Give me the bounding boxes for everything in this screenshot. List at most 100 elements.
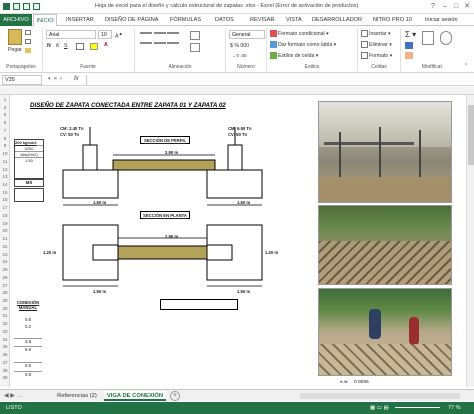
row-number[interactable]: 3 xyxy=(0,105,10,110)
paste-icon[interactable] xyxy=(8,29,22,45)
row-number[interactable]: 20 xyxy=(0,228,10,233)
view-buttons[interactable]: ▦ ▭ ▤ xyxy=(370,402,389,414)
row-number[interactable]: 6 xyxy=(0,120,10,125)
horizontal-scrollbar[interactable] xyxy=(300,393,460,399)
row-number[interactable]: 19 xyxy=(0,221,10,226)
fill-icon[interactable] xyxy=(405,42,413,49)
save-icon[interactable] xyxy=(13,3,20,10)
minimize-button[interactable]: – xyxy=(440,2,450,11)
collapse-ribbon-icon[interactable]: ⌃ xyxy=(464,63,468,69)
clear-icon[interactable] xyxy=(405,52,413,59)
row-number[interactable]: 5 xyxy=(0,112,10,117)
row-number[interactable]: 29 xyxy=(0,298,10,303)
row-number[interactable]: 17 xyxy=(0,205,10,210)
row-number[interactable]: 31 xyxy=(0,313,10,318)
row-number[interactable]: 22 xyxy=(0,244,10,249)
add-sheet-button[interactable]: + xyxy=(170,391,180,401)
close-button[interactable]: ✕ xyxy=(462,2,472,11)
currency-icon[interactable]: $ % 000 xyxy=(230,43,249,49)
delete-cells-button[interactable]: Eliminar ▾ xyxy=(361,41,392,48)
tab-view[interactable]: VISTA xyxy=(286,14,302,26)
decimal-icon[interactable]: ←0 .00 xyxy=(232,53,247,58)
row-number[interactable]: 30 xyxy=(0,306,10,311)
row-number[interactable]: 32 xyxy=(0,321,10,326)
input-box[interactable] xyxy=(160,299,238,310)
sort-filter-icon[interactable] xyxy=(422,31,434,45)
wrap-text-icon[interactable] xyxy=(190,31,200,40)
row-number[interactable]: 39 xyxy=(0,375,10,380)
tab-nitro[interactable]: NITRO PRO 10 xyxy=(373,14,412,26)
maximize-button[interactable]: □ xyxy=(451,2,461,11)
table-format-button[interactable]: Dar formato como tabla ▾ xyxy=(270,41,336,48)
format-painter-icon[interactable] xyxy=(25,48,31,53)
row-number[interactable]: 9 xyxy=(0,143,10,148)
help-icon[interactable]: ? xyxy=(428,2,438,11)
zoom-slider[interactable] xyxy=(395,407,440,408)
row-number[interactable]: 36 xyxy=(0,352,10,357)
row-number[interactable]: 25 xyxy=(0,267,10,272)
row-number[interactable]: 35 xyxy=(0,344,10,349)
row-number[interactable]: 14 xyxy=(0,182,10,187)
autosum-icon[interactable]: Σ ▾ xyxy=(405,30,416,39)
row-number[interactable]: 26 xyxy=(0,275,10,280)
conditional-format-button[interactable]: Formato condicional ▾ xyxy=(270,30,329,37)
row-number[interactable]: 12 xyxy=(0,167,10,172)
font-color-icon[interactable]: A xyxy=(104,42,108,48)
tab-file[interactable]: ARCHIVO xyxy=(0,14,32,26)
insert-cells-button[interactable]: Insertar ▾ xyxy=(361,30,391,37)
tab-home[interactable]: INICIO xyxy=(33,14,57,26)
sheet-nav-icon[interactable]: ◀ ▶ … xyxy=(4,392,23,399)
cut-icon[interactable] xyxy=(25,30,31,35)
row-number[interactable]: 18 xyxy=(0,213,10,218)
row-number[interactable]: 23 xyxy=(0,252,10,257)
tab-insert[interactable]: INSERTAR xyxy=(66,14,94,26)
name-box[interactable]: V35 xyxy=(2,75,42,85)
vertical-scroll-thumb[interactable] xyxy=(468,105,474,165)
underline-button[interactable]: S xyxy=(64,43,67,49)
row-number[interactable]: 1 xyxy=(0,97,10,102)
vertical-scrollbar[interactable] xyxy=(466,95,474,387)
row-number[interactable]: 27 xyxy=(0,283,10,288)
tab-review[interactable]: REVISAR xyxy=(250,14,275,26)
row-number[interactable]: 33 xyxy=(0,329,10,334)
tab-data[interactable]: DATOS xyxy=(215,14,234,26)
sheet-tab-references[interactable]: Referencias (2) xyxy=(52,391,102,401)
row-number[interactable]: 8 xyxy=(0,136,10,141)
row-number[interactable]: 16 xyxy=(0,197,10,202)
copy-icon[interactable] xyxy=(25,39,31,44)
grow-font-icon[interactable]: A▲ xyxy=(115,31,123,40)
row-number[interactable]: 7 xyxy=(0,128,10,133)
sign-in-link[interactable]: Iniciar sesión xyxy=(425,14,458,26)
bold-button[interactable]: N xyxy=(47,43,51,49)
row-number[interactable]: 13 xyxy=(0,174,10,179)
fill-color-icon[interactable] xyxy=(90,43,98,50)
row-number[interactable]: 11 xyxy=(0,159,10,164)
number-format-select[interactable]: General xyxy=(229,30,265,39)
format-cells-button[interactable]: Formato ▾ xyxy=(361,52,392,59)
zoom-level[interactable]: 77 % xyxy=(448,402,461,414)
row-number[interactable]: 38 xyxy=(0,368,10,373)
font-size-select[interactable]: 10 xyxy=(98,30,112,39)
row-number[interactable]: 10 xyxy=(0,151,10,156)
formula-bar-controls[interactable]: ▾ ✕ ✓ xyxy=(48,76,63,82)
row-number[interactable]: 15 xyxy=(0,190,10,195)
row-number[interactable]: 37 xyxy=(0,360,10,365)
cell-styles-button[interactable]: Estilos de celda ▾ xyxy=(270,52,318,59)
borders-icon[interactable] xyxy=(76,43,84,50)
find-select-icon[interactable] xyxy=(440,31,452,45)
redo-icon[interactable] xyxy=(33,3,40,10)
row-number[interactable]: 24 xyxy=(0,259,10,264)
font-name-select[interactable]: Arial xyxy=(46,30,96,39)
merge-center-icon[interactable] xyxy=(190,43,200,52)
row-number[interactable]: 28 xyxy=(0,290,10,295)
paste-button[interactable]: Pegar xyxy=(8,47,22,53)
formula-input[interactable] xyxy=(86,75,471,85)
tab-page-layout[interactable]: DISEÑO DE PÁGINA xyxy=(105,14,158,26)
tab-developer[interactable]: DESARROLLADOR xyxy=(312,14,362,26)
undo-icon[interactable] xyxy=(23,3,30,10)
row-number[interactable]: 34 xyxy=(0,337,10,342)
sheet-tab-viga-conexion[interactable]: VIGA DE CONEXIÓN xyxy=(104,391,166,401)
row-number[interactable]: 21 xyxy=(0,236,10,241)
alignment-buttons[interactable] xyxy=(140,31,180,53)
fx-icon[interactable]: fx xyxy=(74,76,79,82)
